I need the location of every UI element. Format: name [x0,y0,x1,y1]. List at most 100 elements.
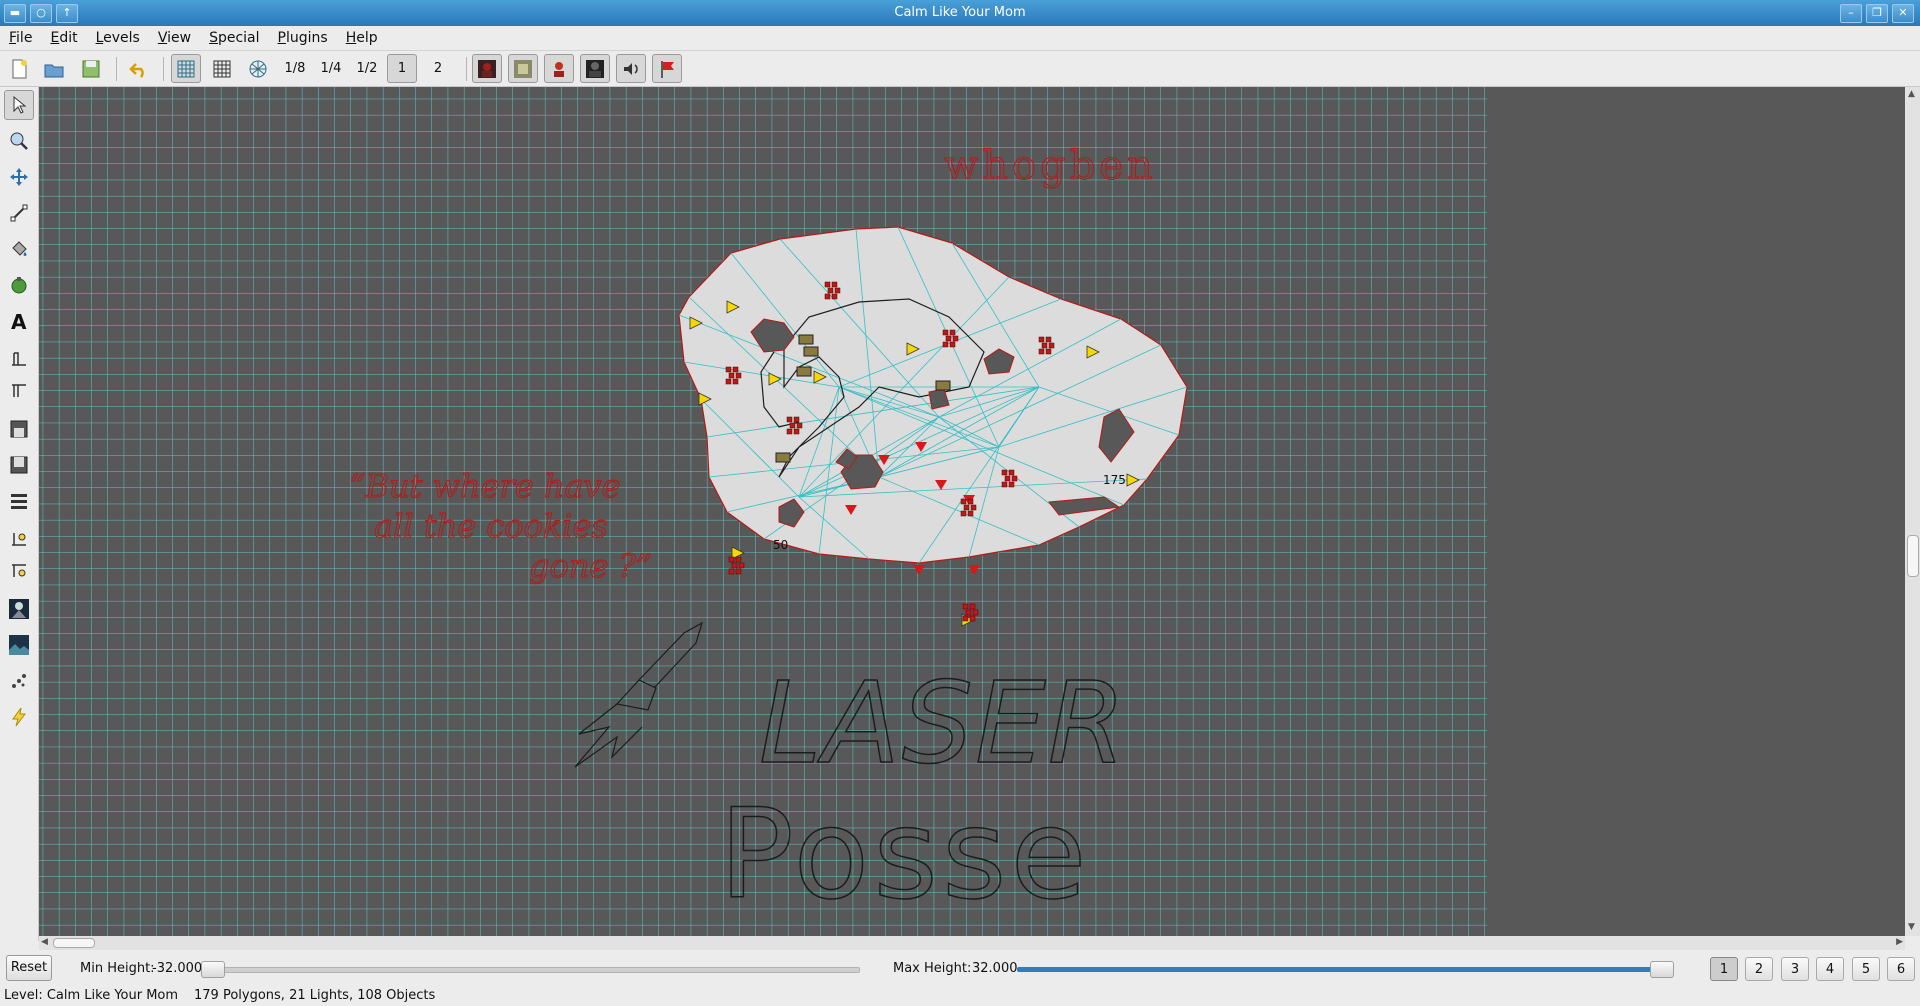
scenery-marker [796,366,812,377]
menu-help[interactable]: Help [337,26,387,50]
landscape-icon [9,635,29,655]
show-sounds-toggle[interactable] [616,54,646,83]
zoom-tool[interactable] [4,126,34,156]
scenery-marker [935,380,951,391]
snap-grid-icon [249,60,267,77]
monster-icon [478,59,496,78]
sound-icon [624,62,638,75]
map-canvas[interactable]: whogben “But where have all the cookies … [39,87,1905,936]
vertical-scrollbar[interactable]: ▲ ▼ [1905,87,1920,936]
sound-source-tool[interactable] [4,666,34,696]
zoom-1[interactable]: 1 [387,54,417,83]
zoom-1-8[interactable]: 1/8 [280,54,310,83]
scroll-down-icon[interactable]: ▼ [1908,922,1915,932]
text-icon: A [11,310,27,332]
floor-texture-icon [10,420,28,438]
max-height-handle[interactable] [1650,961,1674,978]
menu-special[interactable]: Special [200,26,268,50]
zoom-1-4[interactable]: 1/4 [316,54,346,83]
zoom-2[interactable]: 2 [423,54,453,83]
select-tool[interactable] [4,90,34,120]
floor-height-icon [12,352,26,366]
goal-flag-icon [661,60,674,78]
menu-view[interactable]: View [149,26,200,50]
reset-button[interactable]: Reset [6,955,52,981]
light-icon [586,59,604,78]
floor-height-tool[interactable] [4,342,34,372]
page-button-4[interactable]: 4 [1816,957,1844,981]
menu-levels[interactable]: Levels [87,26,149,50]
zoom-icon [10,132,28,150]
page-button-6[interactable]: 6 [1887,957,1915,981]
min-height-handle[interactable] [201,961,225,978]
floor-light-tool[interactable] [4,522,34,552]
select-arrow-icon [13,95,27,114]
save-button[interactable] [76,54,106,83]
ceiling-light-icon [12,564,26,577]
scenery-marker [798,334,814,345]
min-height-label: Min Height: [80,961,155,976]
floor-texture-tool[interactable] [4,414,34,444]
scroll-left-icon[interactable]: ◀ [41,937,48,947]
floor-light-icon [12,533,26,546]
window-title: Calm Like Your Mom [894,5,1026,20]
ceiling-light-tool[interactable] [4,558,34,588]
player-icon [550,59,568,78]
show-players-toggle[interactable] [544,54,574,83]
line-icon [10,204,28,222]
quote-line-3: gone ?” [529,547,652,585]
menu-edit[interactable]: Edit [41,26,86,50]
lightning-tool[interactable] [4,702,34,732]
text-tool[interactable]: A [4,306,34,336]
vertical-scroll-thumb[interactable] [1907,535,1919,577]
undo-button[interactable] [124,54,154,83]
show-lights-toggle[interactable] [580,54,610,83]
svg-text:A: A [11,310,27,332]
horizontal-scroll-thumb[interactable] [53,938,95,948]
landscape-tool[interactable] [4,630,34,660]
status-counts: 179 Polygons, 21 Lights, 108 Objects [194,988,436,1003]
author-annotation: whogben [944,143,1157,189]
scenery-marker [803,346,819,357]
pan-tool[interactable] [4,162,34,192]
max-height-slider[interactable] [1017,967,1665,972]
tool-palette: A [0,87,39,941]
open-button[interactable] [39,54,69,83]
show-monsters-toggle[interactable] [472,54,502,83]
page-button-5[interactable]: 5 [1852,957,1880,981]
snap-grid-toggle[interactable] [243,54,273,83]
title-bar: ▬ ○ ↑ Calm Like Your Mom – ❐ ✕ [0,0,1920,26]
page-button-1[interactable]: 1 [1710,957,1738,981]
ceiling-texture-icon [10,456,28,474]
close-button[interactable]: ✕ [1892,4,1914,23]
horizontal-scrollbar[interactable]: ◀ ▶ [39,936,1905,950]
show-goals-toggle[interactable] [652,54,682,83]
object-tool[interactable] [4,270,34,300]
pan-icon [10,168,28,186]
show-items-toggle[interactable] [508,54,538,83]
logo-word-laser: LASER [759,659,1128,789]
scroll-right-icon[interactable]: ▶ [1896,937,1903,947]
grid-small-toggle[interactable] [207,54,237,83]
fill-tool[interactable] [4,234,34,264]
scroll-up-icon[interactable]: ▲ [1908,89,1915,99]
ceiling-height-tool[interactable] [4,378,34,408]
grid-toggle[interactable] [171,54,201,83]
lights-tool[interactable] [4,486,34,516]
new-file-button[interactable] [4,54,34,83]
ceiling-height-icon [12,384,26,397]
map-view[interactable]: whogben “But where have all the cookies … [39,87,1905,936]
grid-icon [177,60,195,77]
line-tool[interactable] [4,198,34,228]
ceiling-texture-tool[interactable] [4,450,34,480]
maximize-button[interactable]: ❐ [1866,4,1888,23]
media-tool[interactable] [4,594,34,624]
page-button-2[interactable]: 2 [1745,957,1773,981]
minimize-button[interactable]: – [1840,4,1862,23]
page-button-3[interactable]: 3 [1781,957,1809,981]
object-icon [11,277,27,294]
menu-file[interactable]: File [0,26,41,50]
zoom-1-2[interactable]: 1/2 [352,54,382,83]
min-height-slider[interactable] [206,967,860,973]
menu-plugins[interactable]: Plugins [269,26,337,50]
